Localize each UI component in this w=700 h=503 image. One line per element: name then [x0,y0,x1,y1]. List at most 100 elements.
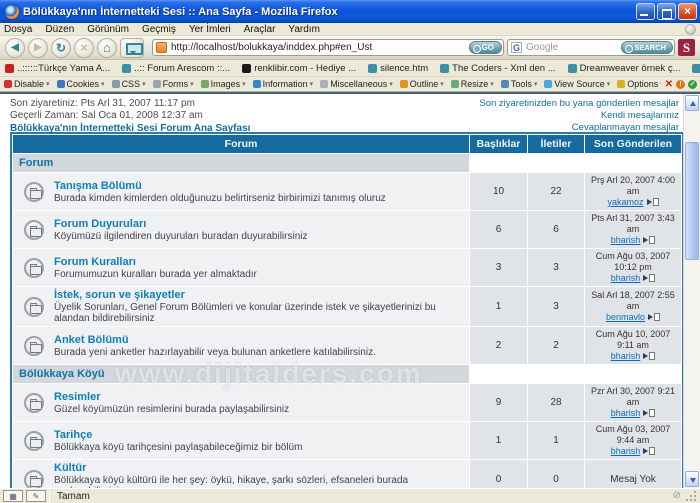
scroll-up-button[interactable] [685,95,699,111]
bookmark-item[interactable]: Webmaster Sitesi - w... [692,63,700,74]
last-post-user-link[interactable]: bharish [611,235,641,245]
forum-link[interactable]: Kültür [54,462,465,475]
forum-cell: ResimlerGüzel köyümüzün resimlerini bura… [13,384,469,421]
menu-item[interactable]: Geçmiş [142,24,176,35]
devtoolbar-item[interactable]: Tools [501,79,538,89]
scroll-down-button[interactable] [685,471,699,487]
back-button[interactable] [5,38,25,58]
devtoolbar-item[interactable]: Disable [4,79,50,89]
forum-folder-icon [24,393,44,413]
forum-folder-icon [24,336,44,356]
devtoolbar-item[interactable]: CSS [112,79,146,89]
minimize-button[interactable] [636,3,655,20]
menu-item[interactable]: Düzen [45,24,74,35]
latest-post-icon[interactable] [643,446,655,457]
last-post-user-link[interactable]: bharish [611,273,641,283]
menu-item[interactable]: Görünüm [87,24,129,35]
quick-link[interactable]: Son ziyaretinizden bu yana gönderilen me… [479,98,679,110]
devtoolbar-icon [153,80,161,88]
forum-description: Burada kimden kimlerden olduğunuzu belir… [54,193,386,204]
last-post-cell: Pts Arl 31, 2007 3:43 ambharish [585,211,681,248]
last-post-user-link[interactable]: bharish [611,446,641,456]
devtoolbar-item[interactable]: Forms [153,79,194,89]
latest-post-icon[interactable] [647,197,659,208]
quick-link[interactable]: Kendi mesajlarınız [479,110,679,122]
statusbar-edit-icon[interactable]: ✎ [26,490,46,502]
blocked-icon[interactable]: ⊘ [673,491,681,501]
forum-link[interactable]: İstek, sorun ve şikayetler [54,289,465,302]
bookmark-icon [368,64,377,73]
stop-button[interactable] [74,38,94,58]
search-button[interactable]: SEARCH [621,41,673,54]
close-button[interactable]: × [678,3,697,20]
last-post-user-link[interactable]: bharish [611,408,641,418]
last-post-user-link[interactable]: benmavlo [606,312,645,322]
last-post-cell: Sal Arl 18, 2007 2:55 ambenmavlo [585,287,681,326]
category-title[interactable]: Forum [13,154,469,172]
column-header: Son Gönderilen [585,135,681,153]
scrollbar-thumb[interactable] [685,142,699,260]
devtoolbar-item[interactable]: Images [201,79,246,89]
topics-count: 1 [470,287,527,326]
bookmark-item[interactable]: ..::::::Türkçe Yama A... [5,63,110,74]
devtoolbar-icon [112,80,120,88]
last-post-user-link[interactable]: bharish [611,351,641,361]
forward-button[interactable] [28,38,48,58]
last-post-cell: Pzr Arl 30, 2007 9:21 ambharish [585,384,681,421]
forum-link[interactable]: Forum Kuralları [54,256,257,269]
forum-row: TarihçeBölükkaya köyü tarihçesini paylaş… [13,422,681,459]
forum-cell: KültürBölükkaya köyü kültürü ile her şey… [13,460,469,488]
reload-button[interactable] [51,38,71,58]
quick-link[interactable]: Cevaplanmayan mesajlar [479,122,679,134]
latest-post-icon[interactable] [648,312,660,323]
devtoolbar-item[interactable]: Cookies [57,79,105,89]
error-icon[interactable]: ✕ [665,80,673,90]
address-bar[interactable]: http://localhost/bolukkaya/inddex.php#en… [152,39,504,56]
resize-grip[interactable] [685,490,697,502]
home-button[interactable] [97,38,117,58]
search-bar[interactable]: G Google SEARCH [507,39,675,56]
menu-item[interactable]: Yardım [288,24,320,35]
forum-link[interactable]: Tarihçe [54,429,302,442]
menu-item[interactable]: Dosya [4,24,32,35]
bookmark-item[interactable]: The Coders - Xml den ... [440,63,555,74]
site-favicon [156,42,167,53]
posts-count: 3 [528,249,584,286]
latest-post-icon[interactable] [643,235,655,246]
category-cell [528,365,584,383]
quick-links: Son ziyaretinizden bu yana gönderilen me… [479,98,679,130]
last-post-cell: Cum Ağu 03, 2007 10:12 pmbharish [585,249,681,286]
restore-button[interactable] [657,3,676,20]
latest-post-icon[interactable] [643,408,655,419]
warning-icon[interactable]: ! [676,80,685,89]
bookmark-item[interactable]: ..:: Forum Arescom ::... [122,63,230,74]
devtoolbar-item[interactable]: Options [617,79,664,89]
download-manager-button[interactable] [120,38,144,58]
forum-link[interactable]: Forum Duyuruları [54,218,307,231]
menu-item[interactable]: Yer İmleri [189,24,231,35]
devtoolbar-item[interactable]: View Source [544,79,610,89]
last-post-cell: Prş Arl 20, 2007 4:00 amyakamoz [585,173,681,210]
navigation-toolbar: http://localhost/bolukkaya/inddex.php#en… [0,36,700,60]
devtoolbar-item[interactable]: Information [253,79,314,89]
vertical-scrollbar[interactable] [683,94,700,488]
forum-link[interactable]: Anket Bölümü [54,334,376,347]
last-post-cell: Cum Ağu 10, 2007 9:11 ambharish [585,327,681,364]
bookmark-item[interactable]: renklibir.com - Hediye ... [242,63,356,74]
bookmark-item[interactable]: Dreamweaver örnek ç... [568,63,681,74]
go-button[interactable]: GO [469,41,502,54]
forum-link[interactable]: Resimler [54,391,289,404]
menu-item[interactable]: Araçlar [244,24,276,35]
devtoolbar-item[interactable]: Outline [400,79,444,89]
last-post-user-link[interactable]: yakamoz [607,197,643,207]
latest-post-icon[interactable] [643,351,655,362]
category-title[interactable]: Bölükkaya Köyü [13,365,469,383]
forum-link[interactable]: Tanışma Bölümü [54,180,386,193]
brand-s-icon[interactable]: S [678,39,695,56]
statusbar-panel-icon[interactable]: ▦ [3,490,23,502]
bookmark-item[interactable]: silence.htm [368,63,428,74]
latest-post-icon[interactable] [643,273,655,284]
devtoolbar-item[interactable]: Miscellaneous [320,79,393,89]
valid-icon[interactable]: ✓ [688,80,697,89]
devtoolbar-item[interactable]: Resize [451,79,494,89]
